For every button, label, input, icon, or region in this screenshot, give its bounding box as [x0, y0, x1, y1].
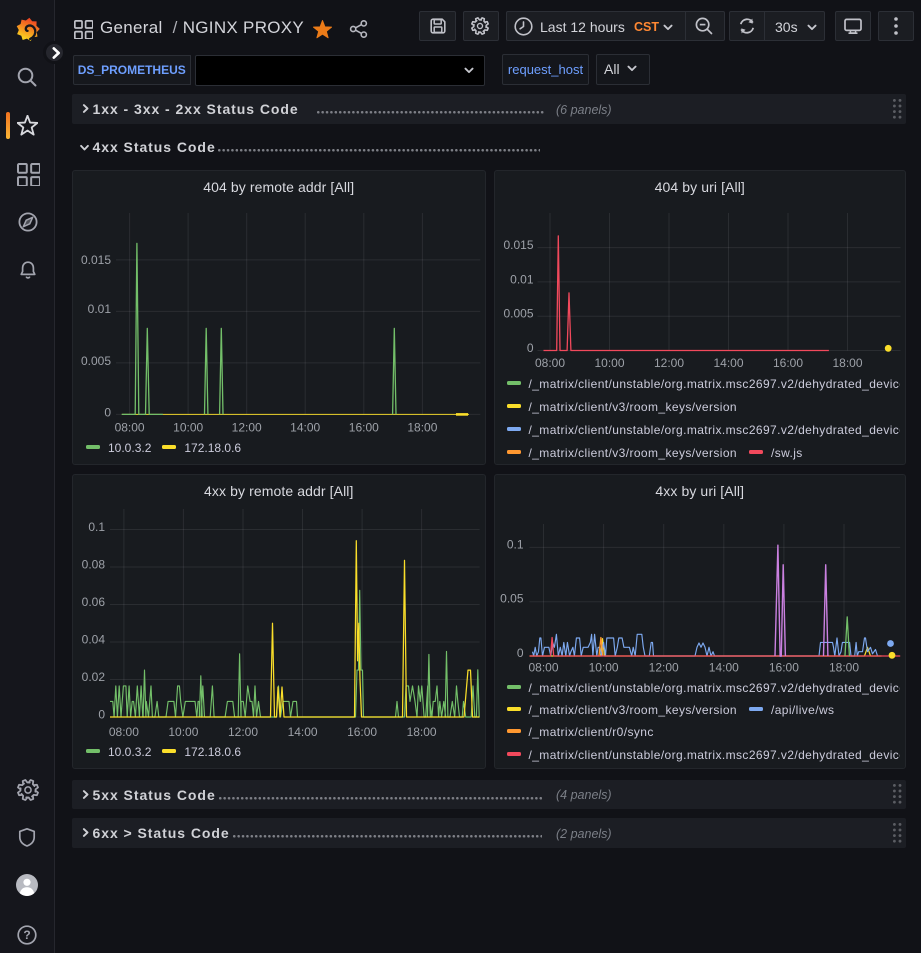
- svg-text:10:00: 10:00: [168, 725, 198, 739]
- svg-text:0.1: 0.1: [88, 520, 105, 534]
- svg-text:0.06: 0.06: [82, 595, 106, 609]
- svg-text:12:00: 12:00: [228, 725, 258, 739]
- svg-text:10:00: 10:00: [173, 421, 203, 435]
- svg-text:18:00: 18:00: [407, 725, 437, 739]
- svg-text:08:00: 08:00: [109, 725, 139, 739]
- svg-text:16:00: 16:00: [349, 421, 379, 435]
- svg-text:14:00: 14:00: [290, 421, 320, 435]
- svg-text:0.04: 0.04: [82, 633, 106, 647]
- svg-text:0.08: 0.08: [82, 558, 106, 572]
- svg-text:0.01: 0.01: [88, 302, 112, 316]
- svg-text:0.015: 0.015: [81, 253, 111, 267]
- svg-text:18:00: 18:00: [407, 421, 437, 435]
- svg-text:0.005: 0.005: [81, 354, 111, 368]
- svg-text:16:00: 16:00: [347, 725, 377, 739]
- svg-text:?: ?: [23, 928, 30, 942]
- svg-text:0.02: 0.02: [82, 670, 106, 684]
- svg-text:0: 0: [104, 405, 111, 419]
- svg-text:12:00: 12:00: [232, 421, 262, 435]
- svg-text:0: 0: [98, 708, 105, 722]
- svg-text:08:00: 08:00: [115, 421, 145, 435]
- svg-text:14:00: 14:00: [288, 725, 318, 739]
